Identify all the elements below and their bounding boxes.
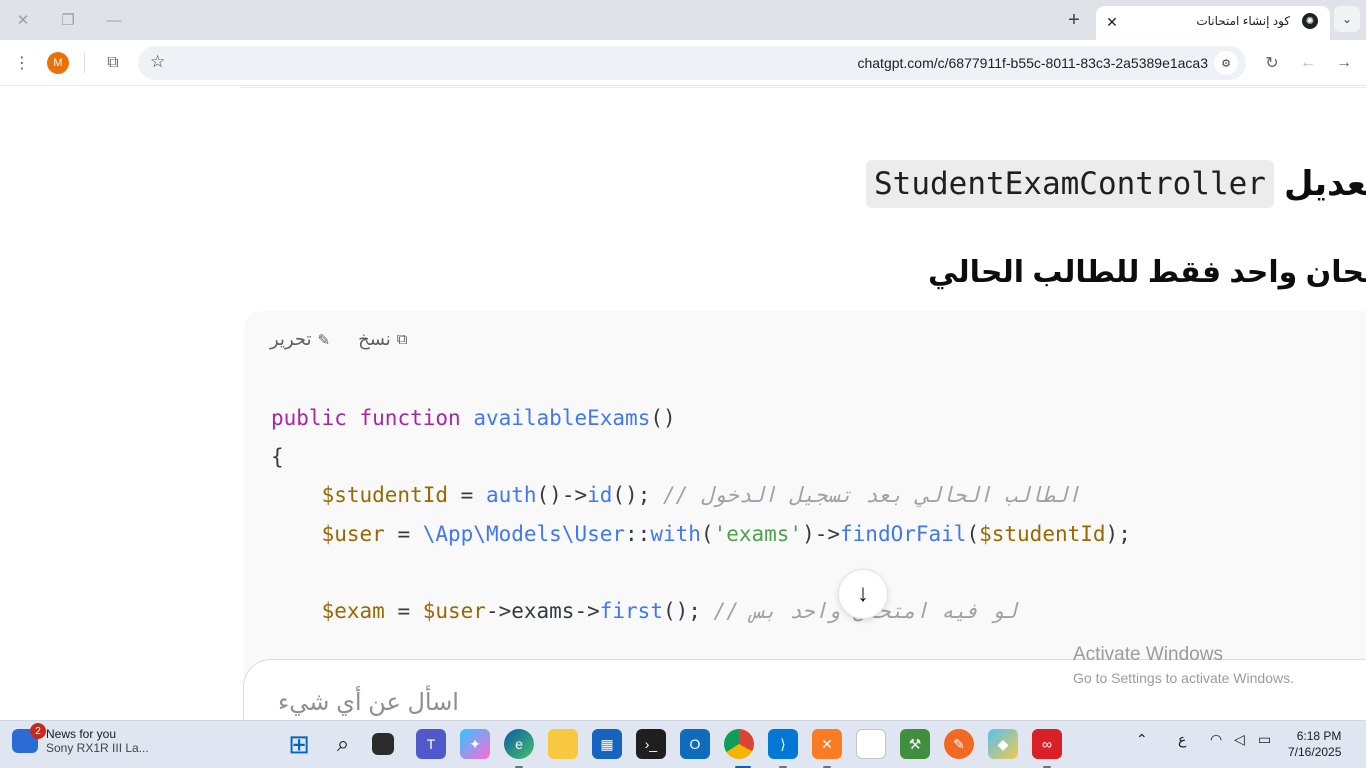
site-info-icon[interactable]: ⚙ <box>1214 51 1238 75</box>
browser-toolbar: ⋮ M ⧉ ☆ chatgpt.com/c/6877911f-b55c-8011… <box>0 40 1366 86</box>
creative-cloud-icon[interactable]: ∞ <box>1032 729 1062 759</box>
forward-icon[interactable]: ← <box>1296 51 1320 75</box>
copy-label: نسخ <box>358 329 391 349</box>
chat-content: StudentExamController تعديل امتحان واحد … <box>0 87 1366 720</box>
tab-close-icon[interactable]: ✕ <box>1102 12 1122 32</box>
tray-overflow-icon[interactable]: ⌃ <box>1136 731 1148 748</box>
heading-inline-code: StudentExamController <box>866 160 1274 208</box>
edit-code-button[interactable]: ✎ تحرير <box>270 329 330 350</box>
vscode-icon[interactable]: ⟩ <box>768 729 798 759</box>
xampp-icon[interactable]: ✕ <box>812 729 842 759</box>
git-icon[interactable]: ◆ <box>988 729 1018 759</box>
start-icon[interactable]: ⊞ <box>284 729 314 759</box>
copy-code-button[interactable]: ⧉ نسخ <box>358 329 407 350</box>
code-line: $exam = $user->exams->first(); // لو فيه… <box>321 598 1017 623</box>
news-subtitle: Sony RX1R III La... <box>46 741 149 755</box>
volume-icon[interactable]: ◁ <box>1234 731 1245 748</box>
system-clock[interactable]: 6:18 PM 7/16/2025 <box>1288 728 1341 760</box>
browser-titlebar: ✕ ❐ — + ✕ كود إنشاء امتحانات ✺ ⌄ <box>0 0 1366 40</box>
task-view-icon[interactable] <box>372 733 394 755</box>
window-minimize-icon[interactable]: — <box>91 0 137 40</box>
clock-date: 7/16/2025 <box>1288 745 1342 759</box>
toolbar-divider <box>84 53 85 73</box>
code-content: public function availableExams() { $stud… <box>271 399 1131 630</box>
code-line: $studentId = auth()->id(); // الطالب الح… <box>321 483 1081 507</box>
heading-text: تعديل <box>1283 165 1366 203</box>
code-actions: ✎ تحرير ⧉ نسخ <box>270 329 408 350</box>
tab-search-icon[interactable]: ⌄ <box>1334 6 1360 32</box>
url-text[interactable]: chatgpt.com/c/6877911f-b55c-8011-83c3-2a… <box>857 55 1208 71</box>
teams-icon[interactable]: T <box>416 729 446 759</box>
address-bar[interactable]: ☆ chatgpt.com/c/6877911f-b55c-8011-83c3-… <box>138 46 1246 80</box>
wifi-icon[interactable]: ◠ <box>1210 731 1222 748</box>
news-badge: 2 <box>30 723 46 739</box>
watermark-line1: Activate Windows <box>1073 644 1223 665</box>
input-language[interactable]: ع <box>1178 731 1186 748</box>
file-explorer-icon[interactable] <box>548 729 578 759</box>
section-heading: StudentExamController تعديل <box>866 160 1366 208</box>
back-icon[interactable]: → <box>1332 51 1356 75</box>
chrome-icon[interactable] <box>724 729 754 759</box>
store-icon[interactable]: ▦ <box>592 729 622 759</box>
tool-icon[interactable]: ⚒ <box>900 729 930 759</box>
copilot-icon[interactable]: ✦ <box>460 729 490 759</box>
activate-windows-watermark: Activate Windows Go to Settings to activ… <box>1073 644 1294 686</box>
active-tab[interactable]: ✕ كود إنشاء امتحانات ✺ <box>1096 6 1330 40</box>
subheading: امتحان واحد فقط للطالب الحالي <box>928 256 1366 289</box>
profile-avatar[interactable]: M <box>47 52 69 74</box>
news-widget[interactable]: 2 News for you Sony RX1R III La... <box>12 723 149 755</box>
tab-title: كود إنشاء امتحانات <box>1196 14 1290 28</box>
pencil-icon: ✎ <box>317 331 331 349</box>
news-icon: 2 <box>12 723 46 753</box>
chatgpt-favicon-icon: ✺ <box>1302 13 1318 29</box>
notepad-icon[interactable] <box>856 729 886 759</box>
extensions-icon[interactable]: ⧉ <box>101 51 125 75</box>
arrow-down-icon: ↓ <box>857 580 869 607</box>
window-restore-icon[interactable]: ❐ <box>45 0 91 40</box>
outlook-icon[interactable]: O <box>680 729 710 759</box>
windows-taskbar: 2 News for you Sony RX1R III La... ⊞ ⌕ T… <box>0 720 1366 768</box>
window-close-icon[interactable]: ✕ <box>0 0 46 40</box>
edge-icon[interactable]: e <box>504 729 534 759</box>
search-icon[interactable]: ⌕ <box>328 729 358 759</box>
watermark-line2: Go to Settings to activate Windows. <box>1073 670 1294 686</box>
clock-time: 6:18 PM <box>1296 729 1342 743</box>
copy-icon: ⧉ <box>396 331 408 348</box>
scroll-to-bottom-button[interactable]: ↓ <box>838 569 888 619</box>
browser-menu-icon[interactable]: ⋮ <box>10 51 34 75</box>
bookmark-star-icon[interactable]: ☆ <box>150 52 165 72</box>
news-title: News for you <box>46 727 117 741</box>
code-line: $user = \App\Models\User::with('exams')-… <box>321 521 1131 546</box>
composer-placeholder: اسأل عن أي شيء <box>278 689 459 716</box>
new-tab-icon[interactable]: + <box>1062 8 1086 32</box>
header-divider <box>240 87 1366 88</box>
code-line: { <box>271 444 284 469</box>
battery-icon[interactable]: ▭ <box>1258 731 1271 748</box>
app-icon[interactable]: ✎ <box>944 729 974 759</box>
edit-label: تحرير <box>270 329 312 349</box>
code-line: public function availableExams() <box>271 406 676 430</box>
reload-icon[interactable]: ↻ <box>1260 51 1284 75</box>
terminal-icon[interactable]: ›_ <box>636 729 666 759</box>
